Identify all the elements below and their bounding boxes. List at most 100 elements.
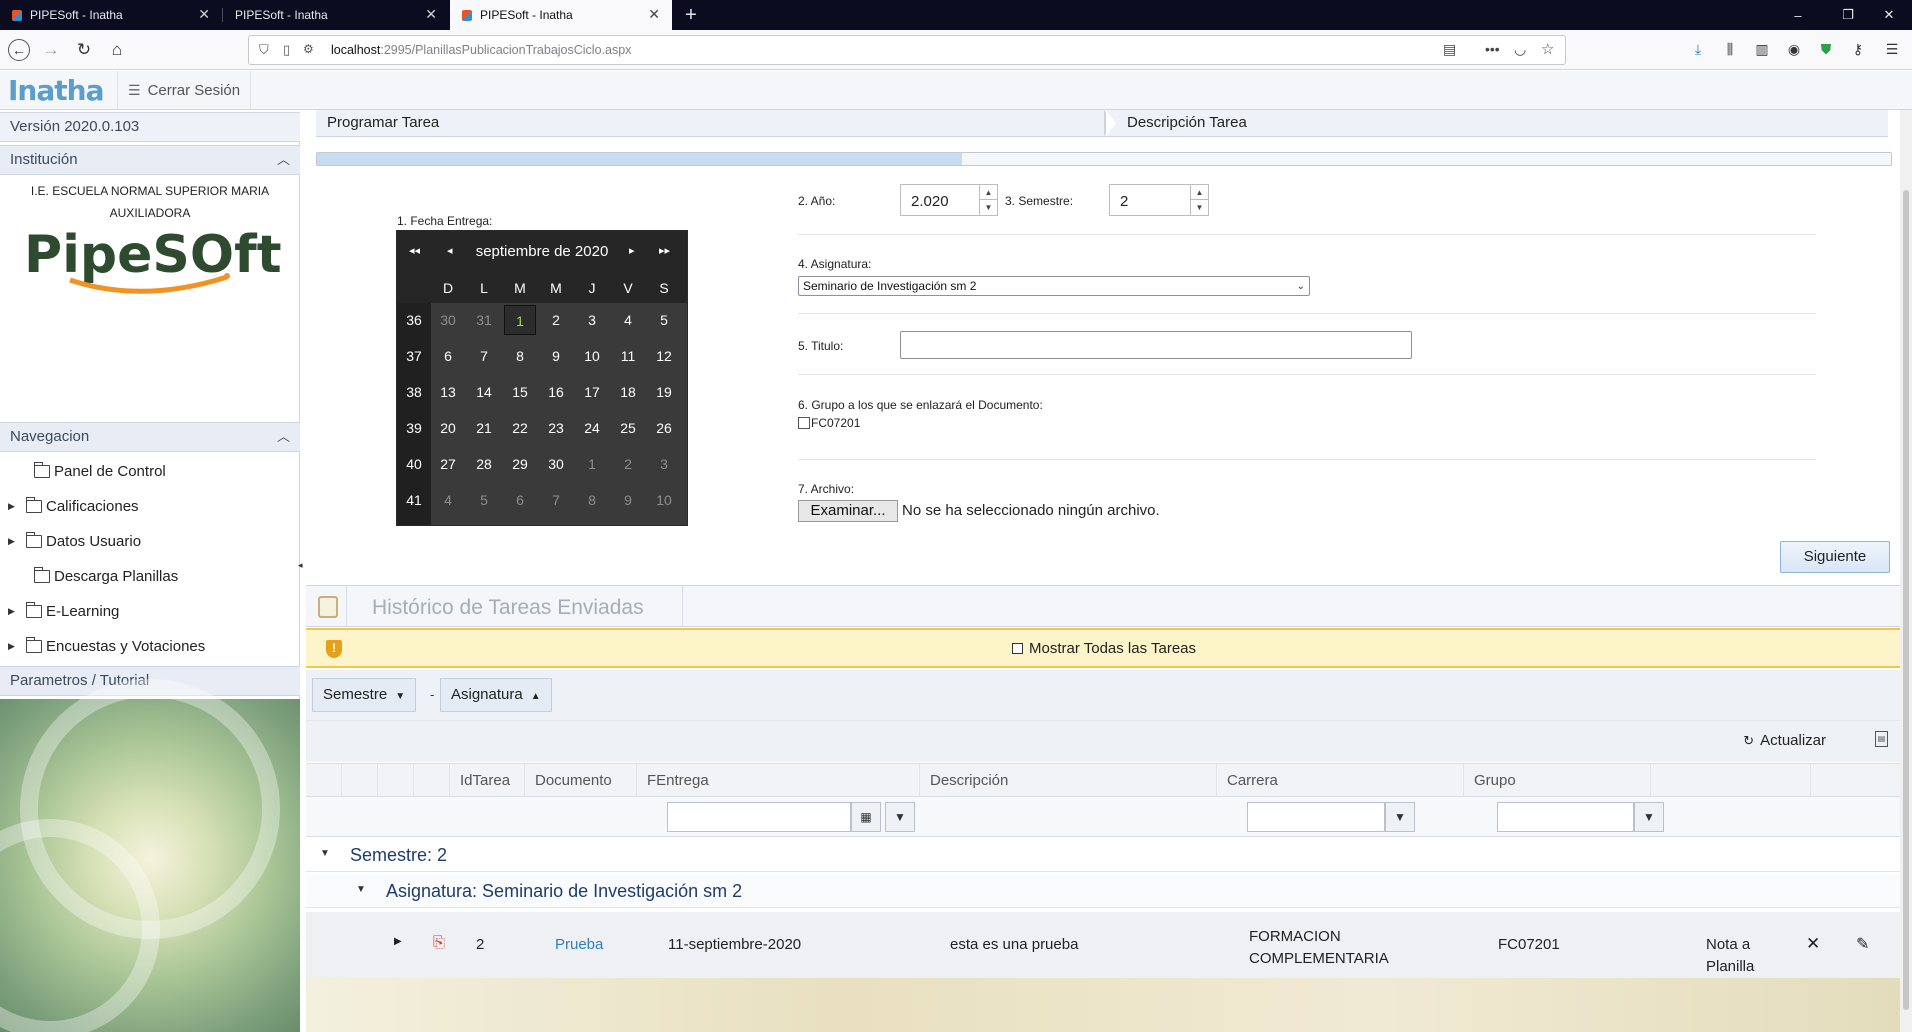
logout-button[interactable]: ☰ Cerrar Sesión: [117, 71, 252, 109]
titulo-input[interactable]: [900, 331, 1412, 359]
grupo-filter-input[interactable]: [1497, 802, 1634, 832]
page-scrollbar[interactable]: [1900, 110, 1912, 1032]
col-documento[interactable]: Documento: [525, 764, 637, 797]
pdf-file-icon[interactable]: ⎘: [433, 934, 445, 951]
expand-arrow-icon[interactable]: ▶: [8, 641, 20, 652]
calendar-day[interactable]: 24: [575, 411, 609, 445]
calendar-day[interactable]: 20: [431, 411, 465, 445]
calendar-day[interactable]: 18: [611, 375, 645, 409]
new-tab-plus-icon[interactable]: +: [672, 0, 710, 30]
delete-x-icon[interactable]: ✕: [1806, 934, 1820, 954]
calendar-day[interactable]: 29: [503, 447, 537, 481]
calendar-day[interactable]: 26: [647, 411, 681, 445]
calendar-day[interactable]: 6: [431, 339, 465, 373]
cell-documento-link[interactable]: Prueba: [555, 936, 603, 953]
institution-header[interactable]: Institución ︿: [0, 145, 300, 175]
calendar-icon[interactable]: ▦: [851, 802, 881, 832]
filter-icon[interactable]: ▼: [885, 802, 915, 832]
chevron-up-icon[interactable]: ︿: [277, 423, 290, 451]
calendar-day[interactable]: 27: [431, 447, 465, 481]
calendar-day[interactable]: 14: [467, 375, 501, 409]
calendar-day[interactable]: 22: [503, 411, 537, 445]
reload-icon[interactable]: ↻: [73, 39, 95, 61]
calendar-day[interactable]: 3: [647, 447, 681, 481]
export-pdf-icon[interactable]: ▤: [1875, 731, 1888, 747]
checkbox-icon[interactable]: [798, 417, 810, 429]
next-year-icon[interactable]: ▸▸: [659, 244, 670, 257]
group-row-asignatura[interactable]: ▼ Asignatura: Seminario de Investigación…: [306, 874, 1904, 908]
calendar-day[interactable]: 9: [611, 483, 645, 517]
calendar-day[interactable]: 4: [431, 483, 465, 517]
calendar-day[interactable]: 7: [467, 339, 501, 373]
back-icon[interactable]: ←: [8, 39, 30, 61]
calendar-day[interactable]: 16: [539, 375, 573, 409]
reader-view-icon[interactable]: ▤: [1443, 41, 1456, 58]
navigation-header[interactable]: Navegacion ︿: [0, 422, 300, 452]
step-descripcion-tarea[interactable]: Descripción Tarea: [1116, 110, 1876, 136]
checkbox-icon[interactable]: [1012, 643, 1023, 654]
chevron-up-icon[interactable]: ︿: [277, 146, 290, 174]
expand-arrow-icon[interactable]: ▶: [8, 606, 20, 617]
filter-icon[interactable]: ▼: [1634, 802, 1664, 832]
edit-pencil-icon[interactable]: ✎: [1856, 934, 1869, 954]
bookmark-star-icon[interactable]: ☆: [1541, 40, 1554, 58]
url-bar[interactable]: ⛉ ▯ ⚙ localhost:2995/PlanillasPublicacio…: [248, 35, 1566, 65]
collapse-triangle-icon[interactable]: ▼: [356, 884, 366, 895]
calendar-day[interactable]: 12: [647, 339, 681, 373]
library-icon[interactable]: ⫼: [1720, 39, 1740, 59]
extension-shield-icon[interactable]: ⛊: [1816, 39, 1836, 59]
account-avatar-icon[interactable]: ◉: [1784, 39, 1804, 59]
calendar-day[interactable]: 15: [503, 375, 537, 409]
calendar-day[interactable]: 6: [503, 483, 537, 517]
filter-icon[interactable]: ▼: [1385, 802, 1415, 832]
browser-tab[interactable]: PIPESoft - Inatha ✕: [0, 0, 222, 30]
col-idtarea[interactable]: IdTarea: [450, 764, 525, 797]
sidebar-item[interactable]: ▶ E-Learning: [0, 594, 298, 629]
calendar-day[interactable]: 17: [575, 375, 609, 409]
calendar-day[interactable]: 1: [575, 447, 609, 481]
calendar-day[interactable]: 5: [647, 303, 681, 337]
sidebar-item[interactable]: Descarga Planillas: [0, 559, 298, 594]
forward-icon[interactable]: →: [40, 39, 62, 61]
scrollbar-thumb[interactable]: [1903, 190, 1909, 1010]
semestre-stepper[interactable]: 2 ▲ ▼: [1109, 184, 1209, 216]
decrement-icon[interactable]: ▼: [980, 200, 997, 215]
calendar-day[interactable]: 11: [611, 339, 645, 373]
calendar-day[interactable]: 13: [431, 375, 465, 409]
col-fentrega[interactable]: FEntrega: [637, 764, 920, 797]
restore-icon[interactable]: ❐: [1825, 0, 1871, 30]
group-row-semestre[interactable]: ▼ Semestre: 2: [306, 838, 1904, 872]
calendar-day[interactable]: 23: [539, 411, 573, 445]
calendar-day[interactable]: 1: [504, 305, 536, 335]
calendar-day[interactable]: 10: [647, 483, 681, 517]
calendar-month-title[interactable]: septiembre de 2020: [397, 243, 687, 260]
table-row[interactable]: ▶ ⎘ 2 Prueba 11-septiembre-2020 esta es …: [306, 912, 1904, 980]
close-tab-icon[interactable]: ✕: [198, 7, 210, 21]
col-descripcion[interactable]: Descripción: [920, 764, 1217, 797]
page-info-icon[interactable]: ▯: [283, 42, 290, 58]
next-button[interactable]: Siguiente: [1780, 541, 1890, 573]
grupo-checkbox[interactable]: FC07201: [798, 416, 860, 430]
browser-tab[interactable]: PIPESoft - Inatha ✕: [223, 0, 449, 30]
shield-icon[interactable]: ⛉: [259, 42, 269, 58]
calendar-day[interactable]: 5: [467, 483, 501, 517]
calendar-day[interactable]: 9: [539, 339, 573, 373]
sidebar-item[interactable]: ▶ Calificaciones: [0, 489, 298, 524]
browser-tab-active[interactable]: PIPESoft - Inatha ✕: [450, 0, 672, 30]
expand-arrow-icon[interactable]: ▶: [8, 501, 20, 512]
close-tab-icon[interactable]: ✕: [648, 7, 660, 21]
expand-arrow-icon[interactable]: ▶: [8, 536, 20, 547]
calendar-day[interactable]: 25: [611, 411, 645, 445]
fentrega-filter-input[interactable]: [667, 802, 851, 832]
sidebar-toggle-icon[interactable]: ▥: [1752, 39, 1772, 59]
carrera-filter-input[interactable]: [1247, 802, 1385, 832]
collapse-sidebar-icon[interactable]: ◂: [298, 560, 303, 571]
calendar-day[interactable]: 8: [503, 339, 537, 373]
browse-file-button[interactable]: Examinar...: [798, 500, 898, 522]
home-icon[interactable]: ⌂: [106, 39, 128, 61]
asignatura-select[interactable]: Seminario de Investigación sm 2 ⌄: [798, 276, 1310, 296]
calendar-day[interactable]: 19: [647, 375, 681, 409]
anio-stepper[interactable]: 2.020 ▲ ▼: [900, 184, 998, 216]
calendar-day[interactable]: 2: [539, 303, 573, 337]
calendar-day[interactable]: 3: [575, 303, 609, 337]
